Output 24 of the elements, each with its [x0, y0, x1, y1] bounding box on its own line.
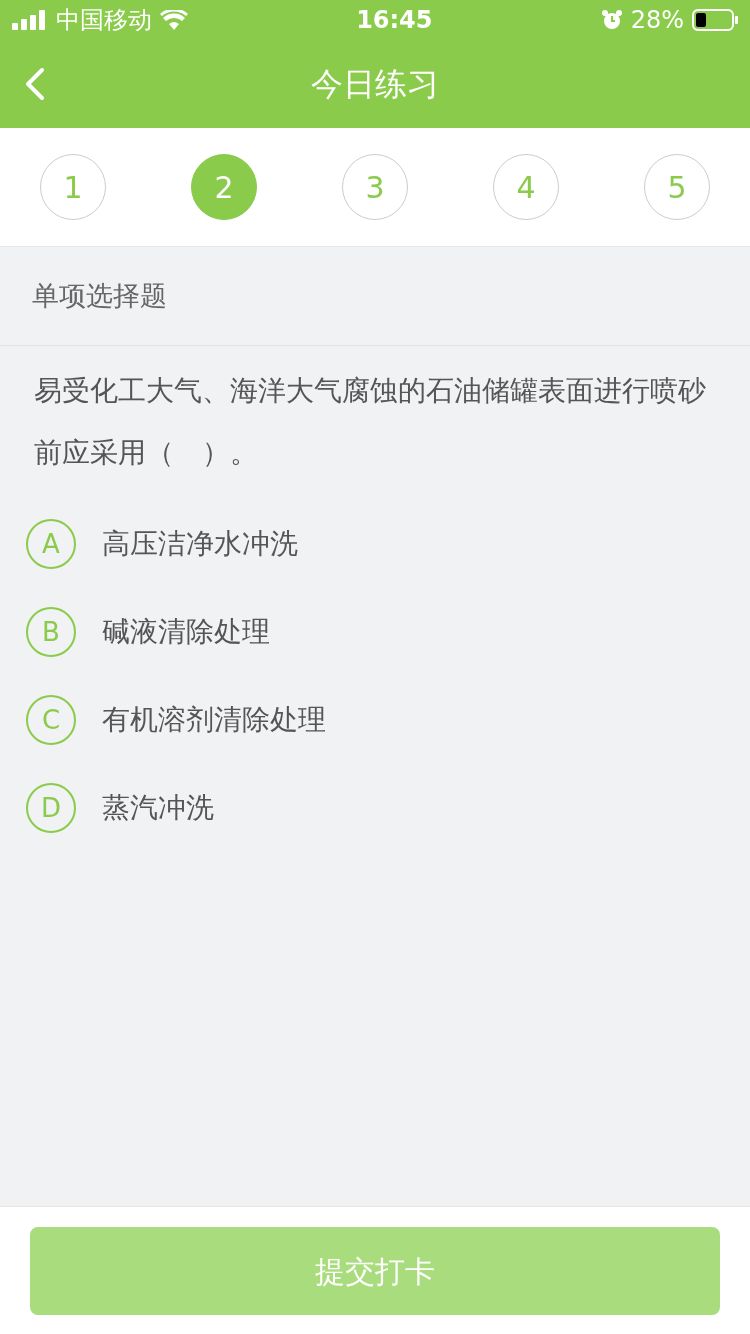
- section-title: 单项选择题: [32, 278, 167, 313]
- option-text[interactable]: 碱液清除处理: [102, 611, 270, 653]
- option-radio[interactable]: C: [26, 695, 76, 745]
- status-time: 16:45: [356, 5, 433, 36]
- question-number-tab[interactable]: 3: [342, 154, 408, 220]
- carrier-name: 中国移动: [56, 5, 152, 36]
- option-text[interactable]: 高压洁净水冲洗: [102, 523, 298, 565]
- option-text[interactable]: 有机溶剂清除处理: [102, 699, 326, 741]
- wifi-icon: [160, 10, 188, 30]
- signal-icon: [12, 10, 48, 30]
- page-title: 今日练习: [311, 65, 439, 103]
- battery-percent: 28%: [630, 5, 684, 36]
- option-radio[interactable]: A: [26, 519, 76, 569]
- alarm-icon: [600, 9, 623, 31]
- question-text: 易受化工大气、海洋大气腐蚀的石油储罐表面进行喷砂前应采用（ ）。: [33, 373, 707, 471]
- question-number-tab[interactable]: 2: [191, 154, 257, 220]
- option-text[interactable]: 蒸汽冲洗: [102, 787, 214, 829]
- question-number-tab[interactable]: 4: [493, 154, 559, 220]
- question-number-tab[interactable]: 5: [644, 154, 710, 220]
- question-number-tab[interactable]: 1: [40, 154, 106, 220]
- back-icon[interactable]: [24, 67, 46, 101]
- battery-icon: [692, 9, 738, 31]
- option-radio[interactable]: D: [26, 783, 76, 833]
- option-radio[interactable]: B: [26, 607, 76, 657]
